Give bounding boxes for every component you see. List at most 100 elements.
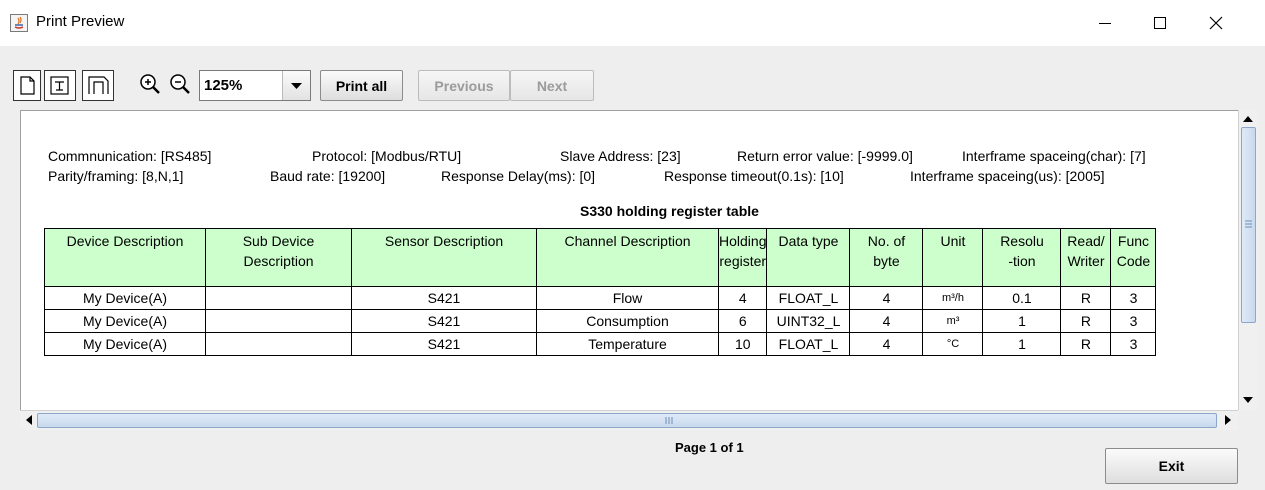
table-row: My Device(A) S421 Consumption 6 UINT32_L… bbox=[44, 309, 1157, 333]
zoom-out-icon bbox=[170, 74, 190, 94]
minimize-button[interactable] bbox=[1085, 8, 1125, 38]
communication-info: Commnunication: [RS485] bbox=[48, 148, 212, 164]
exit-button[interactable]: Exit bbox=[1105, 448, 1238, 484]
cell-unit: m³/h bbox=[922, 286, 984, 310]
baud-rate-info: Baud rate: [19200] bbox=[270, 168, 386, 184]
cell-holding-register: 4 bbox=[717, 286, 768, 310]
table-title: S330 holding register table bbox=[580, 203, 759, 219]
register-table: Device Description Sub Device Description… bbox=[44, 228, 1157, 356]
cell-func-code: 3 bbox=[1110, 286, 1157, 310]
cell-sub-device bbox=[205, 332, 352, 356]
close-button[interactable] bbox=[1196, 8, 1236, 38]
next-button[interactable]: Next bbox=[510, 70, 594, 101]
horizontal-scroll-thumb[interactable] bbox=[37, 413, 1217, 428]
cell-channel: Temperature bbox=[536, 332, 719, 356]
maximize-button[interactable] bbox=[1140, 8, 1180, 38]
cell-resolution: 0.1 bbox=[982, 286, 1062, 310]
vertical-scroll-thumb[interactable] bbox=[1241, 127, 1256, 323]
page-indicator: Page 1 of 1 bbox=[675, 440, 744, 455]
cell-byte-count: 4 bbox=[849, 286, 924, 310]
print-all-button[interactable]: Print all bbox=[320, 70, 403, 101]
header-read-writer: Read/Writer bbox=[1060, 228, 1112, 287]
header-resolution: Resolu -tion bbox=[982, 228, 1062, 287]
maximize-icon bbox=[1154, 17, 1166, 29]
grip-icon bbox=[665, 417, 673, 424]
parity-info: Parity/framing: [8,N,1] bbox=[48, 168, 184, 184]
cell-device: My Device(A) bbox=[44, 286, 206, 310]
table-row: My Device(A) S421 Flow 4 FLOAT_L 4 m³/h … bbox=[44, 286, 1157, 310]
cell-holding-register: 6 bbox=[717, 309, 768, 333]
zoom-dropdown-button[interactable] bbox=[282, 71, 310, 100]
cell-func-code: 3 bbox=[1110, 309, 1157, 333]
cell-sub-device bbox=[205, 309, 352, 333]
previous-button[interactable]: Previous bbox=[418, 70, 510, 101]
window-title: Print Preview bbox=[36, 13, 125, 30]
dropdown-arrow-icon bbox=[291, 83, 302, 89]
cell-sensor: S421 bbox=[351, 309, 537, 333]
portrait-page-icon bbox=[20, 76, 35, 95]
header-channel-description: Channel Description bbox=[536, 228, 719, 287]
java-app-icon bbox=[10, 14, 28, 32]
cell-byte-count: 4 bbox=[849, 309, 924, 333]
header-no-of-byte: No. of byte bbox=[849, 228, 924, 287]
header-holding-register: Holding register bbox=[717, 228, 768, 287]
cell-device: My Device(A) bbox=[44, 309, 206, 333]
header-data-type: Data type bbox=[766, 228, 851, 287]
cell-device: My Device(A) bbox=[44, 332, 206, 356]
header-sub-device-description: Sub Device Description bbox=[205, 228, 352, 287]
protocol-info: Protocol: [Modbus/RTU] bbox=[312, 148, 462, 164]
cell-data-type: UINT32_L bbox=[766, 309, 851, 333]
table-header-row: Device Description Sub Device Description… bbox=[44, 228, 1157, 287]
zoom-select[interactable]: 125% bbox=[199, 70, 311, 101]
landscape-page-icon bbox=[50, 76, 69, 95]
cell-func-code: 3 bbox=[1110, 332, 1157, 356]
header-unit: Unit bbox=[922, 228, 984, 287]
header-sensor-description: Sensor Description bbox=[351, 228, 537, 287]
zoom-in-button[interactable] bbox=[135, 70, 165, 101]
scroll-left-button[interactable] bbox=[20, 411, 38, 429]
cell-unit: m³ bbox=[922, 309, 984, 333]
cell-read-writer: R bbox=[1060, 286, 1112, 310]
cell-read-writer: R bbox=[1060, 309, 1112, 333]
cell-sub-device bbox=[205, 286, 352, 310]
portrait-button[interactable] bbox=[13, 70, 41, 101]
scroll-right-button[interactable] bbox=[1219, 411, 1237, 429]
zoom-value: 125% bbox=[204, 77, 243, 94]
cell-sensor: S421 bbox=[351, 286, 537, 310]
cell-channel: Flow bbox=[536, 286, 719, 310]
slave-address-info: Slave Address: [23] bbox=[560, 148, 681, 164]
scroll-right-icon bbox=[1225, 415, 1231, 425]
grip-icon bbox=[1245, 220, 1252, 228]
cell-read-writer: R bbox=[1060, 332, 1112, 356]
return-error-info: Return error value: [-9999.0] bbox=[737, 148, 913, 164]
scroll-down-icon bbox=[1243, 397, 1253, 403]
page-setup-button[interactable] bbox=[82, 70, 114, 101]
cell-channel: Consumption bbox=[536, 309, 719, 333]
scroll-up-button[interactable] bbox=[1239, 110, 1257, 128]
page-setup-icon bbox=[88, 76, 109, 94]
scroll-down-button[interactable] bbox=[1239, 391, 1257, 409]
header-device-description: Device Description bbox=[44, 228, 206, 287]
cell-holding-register: 10 bbox=[717, 332, 768, 356]
cell-resolution: 1 bbox=[982, 332, 1062, 356]
close-icon bbox=[1209, 16, 1223, 30]
scroll-up-icon bbox=[1243, 116, 1253, 122]
cell-unit: °C bbox=[922, 332, 984, 356]
cell-sensor: S421 bbox=[351, 332, 537, 356]
zoom-out-button[interactable] bbox=[165, 70, 195, 101]
scroll-left-icon bbox=[26, 415, 32, 425]
cell-data-type: FLOAT_L bbox=[766, 286, 851, 310]
minimize-icon bbox=[1099, 23, 1111, 24]
response-delay-info: Response Delay(ms): [0] bbox=[441, 168, 596, 184]
cell-byte-count: 4 bbox=[849, 332, 924, 356]
vertical-scrollbar[interactable] bbox=[1238, 110, 1258, 410]
horizontal-scrollbar[interactable] bbox=[20, 410, 1238, 430]
response-timeout-info: Response timeout(0.1s): [10] bbox=[664, 168, 844, 184]
interframe-char-info: Interframe spaceing(char): [7] bbox=[962, 148, 1146, 164]
interframe-us-info: Interframe spaceing(us): [2005] bbox=[910, 168, 1105, 184]
zoom-in-icon bbox=[140, 74, 160, 94]
title-bar: Print Preview bbox=[0, 0, 1265, 46]
cell-resolution: 1 bbox=[982, 309, 1062, 333]
cell-data-type: FLOAT_L bbox=[766, 332, 851, 356]
landscape-button[interactable] bbox=[44, 70, 76, 101]
